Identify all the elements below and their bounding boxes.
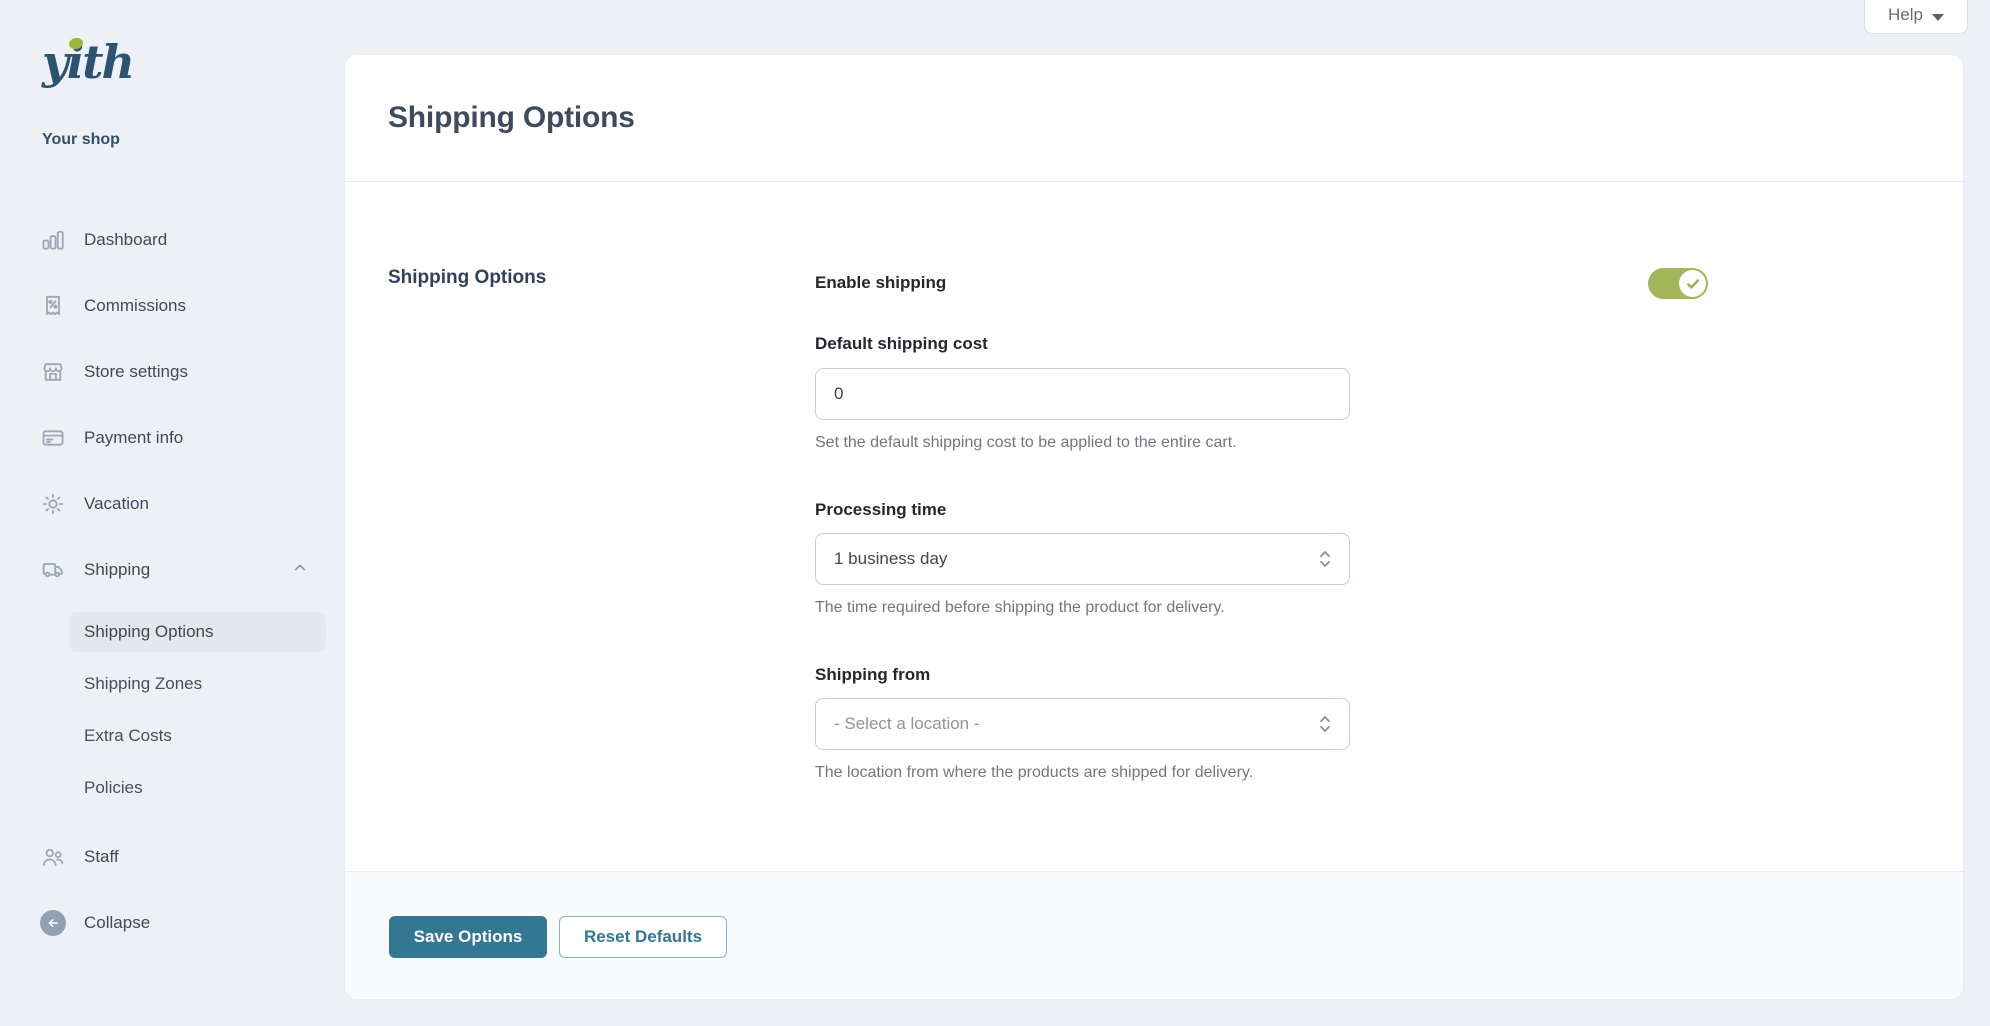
sidebar-subitem-label: Shipping Options — [84, 622, 213, 642]
yith-logo-text: yith — [42, 35, 133, 89]
sidebar-item-staff[interactable]: Staff — [40, 841, 308, 873]
sidebar-subitem-label: Policies — [84, 778, 143, 798]
sidebar-item-label: Shipping — [84, 560, 150, 580]
sidebar-item-label: Staff — [84, 847, 119, 867]
sidebar-item-label: Store settings — [84, 362, 188, 382]
receipt-percent-icon — [40, 293, 66, 319]
enable-shipping-toggle[interactable] — [1648, 268, 1708, 299]
sidebar-subitem-label: Shipping Zones — [84, 674, 202, 694]
sun-icon — [40, 491, 66, 517]
sidebar-item-vacation[interactable]: Vacation — [40, 488, 308, 520]
truck-icon — [40, 557, 66, 583]
chevron-up-icon[interactable] — [292, 560, 308, 581]
app-root: Help yith Your shop Dashboard Commission… — [0, 0, 1990, 1026]
sidebar: yith Your shop Dashboard Commissions Sto… — [0, 0, 345, 1026]
sidebar-item-collapse[interactable]: Collapse — [40, 907, 308, 939]
sidebar-subitem-shipping-zones[interactable]: Shipping Zones — [69, 664, 326, 704]
credit-card-icon — [40, 425, 66, 451]
reset-defaults-button[interactable]: Reset Defaults — [559, 916, 727, 958]
shipping-from-select[interactable]: - Select a location - — [815, 698, 1350, 750]
main-panel: Shipping Options Shipping Options Enable… — [345, 55, 1963, 998]
yith-logo: yith — [42, 30, 133, 106]
default-cost-input[interactable] — [815, 368, 1350, 420]
select-arrows-icon — [1317, 713, 1333, 735]
caret-down-icon — [1932, 14, 1944, 21]
sidebar-item-store-settings[interactable]: Store settings — [40, 356, 308, 388]
shipping-from-placeholder: - Select a location - — [834, 714, 980, 734]
sidebar-subitem-extra-costs[interactable]: Extra Costs — [69, 716, 326, 756]
reset-defaults-label: Reset Defaults — [584, 927, 702, 947]
select-arrows-icon — [1317, 548, 1333, 570]
sidebar-item-shipping[interactable]: Shipping — [40, 554, 308, 586]
help-dropdown-button[interactable]: Help — [1864, 0, 1968, 34]
panel-header: Shipping Options — [345, 55, 1963, 182]
shipping-from-help: The location from where the products are… — [815, 764, 1253, 782]
sidebar-item-label: Commissions — [84, 296, 186, 316]
sidebar-subitem-label: Extra Costs — [84, 726, 172, 746]
processing-time-label: Processing time — [815, 500, 946, 520]
help-label: Help — [1888, 5, 1923, 25]
users-icon — [40, 844, 66, 870]
save-options-label: Save Options — [414, 927, 523, 947]
sidebar-subitem-policies[interactable]: Policies — [69, 768, 326, 808]
processing-time-select[interactable]: 1 business day — [815, 533, 1350, 585]
save-options-button[interactable]: Save Options — [389, 916, 547, 958]
toggle-knob — [1679, 270, 1706, 297]
check-icon — [1686, 278, 1700, 290]
collapse-arrow-icon — [40, 910, 66, 936]
storefront-icon — [40, 359, 66, 385]
section-title: Shipping Options — [388, 267, 546, 289]
sidebar-item-label: Payment info — [84, 428, 183, 448]
sidebar-item-payment-info[interactable]: Payment info — [40, 422, 308, 454]
bar-chart-icon — [40, 227, 66, 253]
shipping-from-label: Shipping from — [815, 665, 930, 685]
sidebar-item-dashboard[interactable]: Dashboard — [40, 224, 308, 256]
sidebar-subitem-shipping-options[interactable]: Shipping Options — [69, 612, 326, 652]
shop-name: Your shop — [42, 131, 120, 149]
default-cost-help: Set the default shipping cost to be appl… — [815, 434, 1237, 452]
default-cost-label: Default shipping cost — [815, 334, 988, 354]
sidebar-item-label: Dashboard — [84, 230, 167, 250]
processing-time-value: 1 business day — [834, 549, 947, 569]
sidebar-item-label: Collapse — [84, 913, 150, 933]
enable-shipping-label: Enable shipping — [815, 273, 946, 293]
processing-time-help: The time required before shipping the pr… — [815, 599, 1225, 617]
page-title: Shipping Options — [388, 101, 635, 135]
panel-footer: Save Options Reset Defaults — [345, 871, 1963, 999]
sidebar-item-label: Vacation — [84, 494, 149, 514]
sidebar-item-commissions[interactable]: Commissions — [40, 290, 308, 322]
